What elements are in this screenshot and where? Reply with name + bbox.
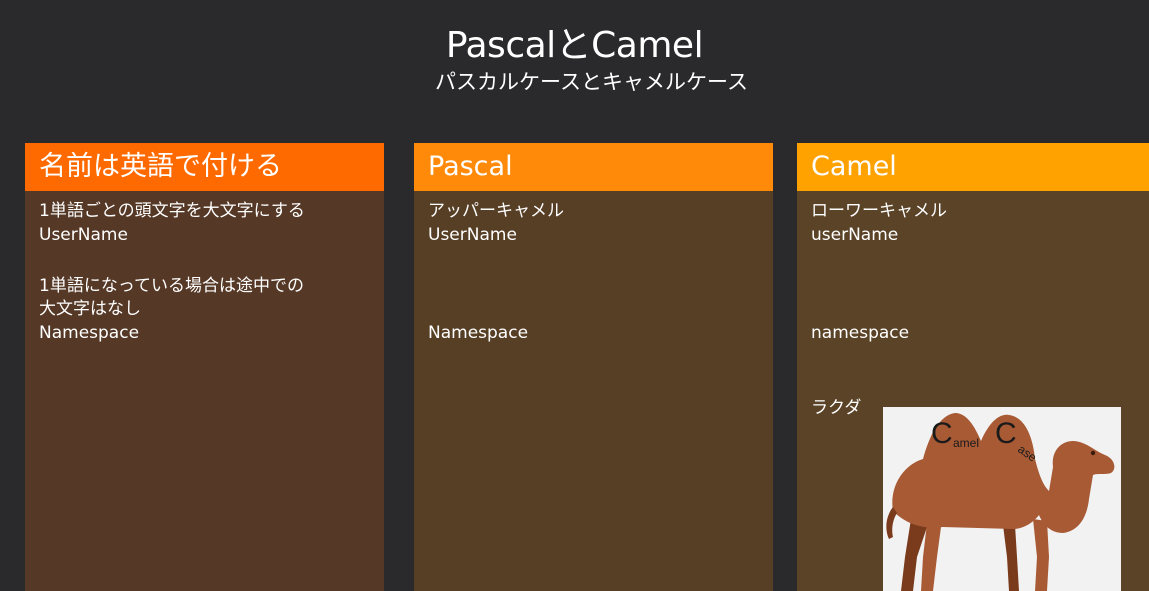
example-text: Namespace <box>39 323 140 343</box>
slide: PascalとCamel パスカルケースとキャメルケース 名前は英語で付ける 1… <box>0 0 1149 591</box>
example-text: userName <box>811 225 899 245</box>
camel-image: C amel C ase <box>883 407 1121 591</box>
description-text: アッパーキャメル <box>428 201 564 221</box>
example-text: UserName <box>428 225 517 245</box>
camel-text-c1: C <box>931 417 953 450</box>
column-naming-rules: 名前は英語で付ける 1単語ごとの頭文字を大文字にする UserName 1単語に… <box>25 143 384 591</box>
example-text: Namespace <box>428 323 529 343</box>
slide-title: PascalとCamel <box>445 25 704 66</box>
camel-text-c2: C <box>995 417 1017 450</box>
slide-subtitle: パスカルケースとキャメルケース <box>435 70 748 94</box>
column-header: Camel <box>797 143 1149 191</box>
column-camel: Camel ローワーキャメル userName namespace ラクダ C <box>797 143 1149 591</box>
camel-text-amel: amel <box>953 436 979 450</box>
camel-icon: C amel C ase <box>886 413 1115 591</box>
rule-text: 大文字はなし <box>39 299 141 319</box>
example-text: namespace <box>811 323 910 343</box>
rule-text: 1単語になっている場合は途中での <box>39 276 304 296</box>
rule-text: 1単語ごとの頭文字を大文字にする <box>39 201 305 221</box>
description-text: ローワーキャメル <box>811 201 947 221</box>
camel-label: ラクダ <box>811 398 862 418</box>
column-header: 名前は英語で付ける <box>25 143 384 191</box>
column-pascal: Pascal アッパーキャメル UserName Namespace <box>414 143 773 591</box>
example-text: UserName <box>39 225 128 245</box>
column-header: Pascal <box>414 143 773 191</box>
